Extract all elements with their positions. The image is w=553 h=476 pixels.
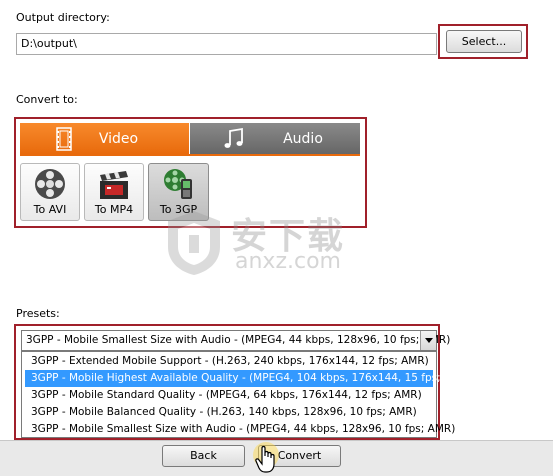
chevron-down-icon xyxy=(424,338,433,343)
select-button[interactable]: Select... xyxy=(446,30,522,53)
convert-to-label: Convert to: xyxy=(16,93,78,106)
shield-logo-icon xyxy=(168,211,220,275)
format-to-avi[interactable]: To AVI xyxy=(20,163,80,221)
preset-option[interactable]: 3GPP - Extended Mobile Support - (H.263,… xyxy=(22,353,436,370)
tab-video[interactable]: Video xyxy=(20,123,189,154)
preset-option[interactable]: 3GPP - Mobile Smallest Size with Audio -… xyxy=(22,421,455,438)
clapperboard-icon xyxy=(100,171,128,199)
watermark: 安下载 anxz.com xyxy=(165,205,385,280)
back-button[interactable]: Back xyxy=(162,445,245,467)
hand-cursor-icon xyxy=(253,442,279,473)
presets-label: Presets: xyxy=(16,307,60,320)
film-reel-icon xyxy=(35,169,65,199)
tab-video-label: Video xyxy=(98,130,139,147)
film-icon xyxy=(56,127,72,151)
output-path-field[interactable]: D:\output\ xyxy=(16,33,437,55)
format-to-avi-label: To AVI xyxy=(33,203,67,216)
dropdown-arrow-button[interactable] xyxy=(420,331,436,350)
presets-selected-value: 3GPP - Mobile Smallest Size with Audio -… xyxy=(26,334,451,346)
tab-audio[interactable]: Audio xyxy=(190,123,360,154)
format-to-mp4-label: To MP4 xyxy=(94,203,134,216)
output-directory-label: Output directory: xyxy=(16,11,110,24)
tab-underline xyxy=(20,154,360,156)
preset-option[interactable]: 3GPP - Mobile Standard Quality - (MPEG4,… xyxy=(22,387,436,404)
presets-option-list: 3GPP - Extended Mobile Support - (H.263,… xyxy=(21,351,470,438)
watermark-en-text: anxz.com xyxy=(235,249,341,274)
tab-audio-label: Audio xyxy=(283,130,323,147)
format-to-mp4[interactable]: To MP4 xyxy=(84,163,144,221)
preset-option-highlighted[interactable]: 3GPP - Mobile Highest Available Quality … xyxy=(25,370,470,387)
presets-dropdown[interactable]: 3GPP - Mobile Smallest Size with Audio -… xyxy=(21,330,450,351)
music-note-icon xyxy=(224,127,243,148)
mobile-phone-icon xyxy=(163,169,192,199)
preset-option[interactable]: 3GPP - Mobile Balanced Quality - (H.263,… xyxy=(22,404,436,421)
